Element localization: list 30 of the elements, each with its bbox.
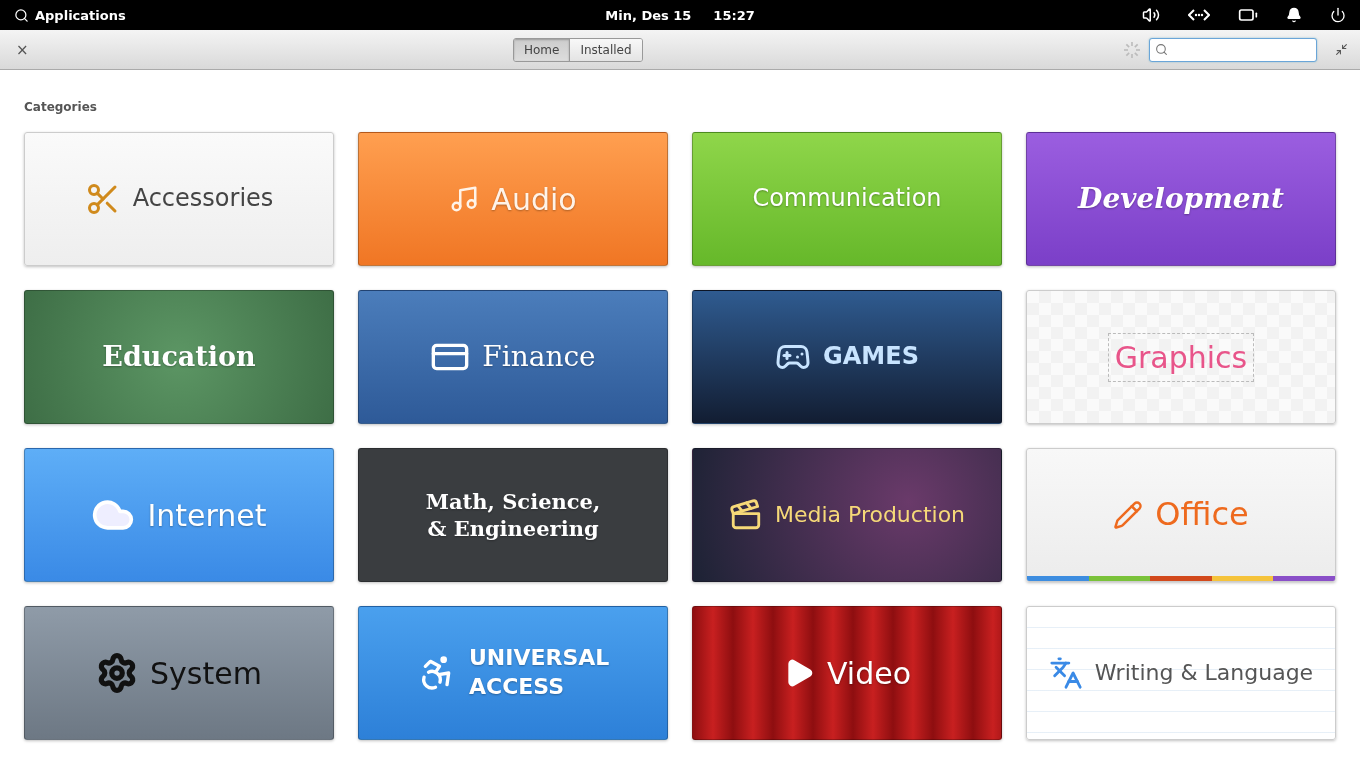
- network-icon[interactable]: [1188, 8, 1210, 22]
- category-tile[interactable]: Accessories: [24, 132, 334, 266]
- power-icon[interactable]: [1330, 7, 1346, 23]
- music-note-icon: [449, 184, 480, 214]
- notifications-icon[interactable]: [1286, 7, 1302, 23]
- view-tab[interactable]: Installed: [569, 38, 642, 61]
- search-field[interactable]: [1149, 37, 1317, 62]
- languages-icon: [1048, 656, 1083, 690]
- spinner-icon: [1123, 40, 1141, 59]
- volume-icon[interactable]: [1142, 6, 1160, 24]
- restore-icon[interactable]: [1335, 43, 1348, 56]
- date-text[interactable]: Min, Des 15: [605, 7, 692, 23]
- applications-menu[interactable]: Applications: [35, 7, 126, 23]
- category-tile[interactable]: GAMES: [692, 290, 1002, 424]
- view-tab[interactable]: Home: [514, 38, 570, 61]
- category-tile[interactable]: Math, Science, & Engineering: [358, 448, 668, 582]
- clock-text[interactable]: 15:27: [713, 7, 755, 23]
- clapperboard-icon: [728, 498, 763, 532]
- category-tile[interactable]: System: [24, 606, 334, 740]
- section-title: Categories: [24, 100, 98, 114]
- search-icon[interactable]: [14, 7, 29, 23]
- close-button[interactable]: ×: [12, 40, 33, 59]
- category-tile[interactable]: Media Production: [692, 448, 1002, 582]
- category-tile[interactable]: Development: [1026, 132, 1336, 266]
- category-tile[interactable]: Finance: [358, 290, 668, 424]
- category-tile[interactable]: Education: [24, 290, 334, 424]
- search-icon: [1155, 43, 1168, 56]
- category-tile[interactable]: Writing & Language: [1026, 606, 1336, 740]
- pencil-icon: [1113, 500, 1144, 530]
- category-tile[interactable]: Video: [692, 606, 1002, 740]
